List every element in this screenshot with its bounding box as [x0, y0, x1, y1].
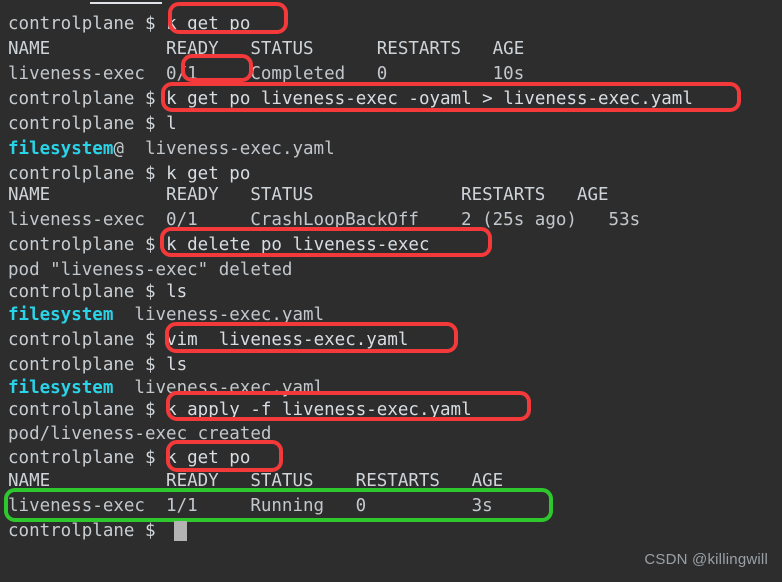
- table-row: liveness-exec 0/1 CrashLoopBackOff 2 (25…: [8, 210, 641, 230]
- prompt-symbol: $: [144, 89, 156, 109]
- terminal-line: controlplane $ k delete po liveness-exec: [8, 233, 429, 258]
- terminal-line: liveness-exec 1/1 Running 0 3s: [8, 494, 493, 519]
- terminal-line: liveness-exec 0/1 CrashLoopBackOff 2 (25…: [8, 208, 640, 233]
- directory-name: filesystem: [8, 139, 114, 159]
- prompt-host: controlplane: [8, 89, 135, 109]
- command-text: l: [166, 114, 177, 134]
- terminal-line: controlplane $ ls: [8, 280, 187, 305]
- terminal-line: controlplane $: [8, 519, 166, 544]
- prompt-symbol: $: [144, 235, 156, 255]
- table-row: pod/liveness-exec created: [8, 424, 272, 444]
- command-text: k get po: [166, 448, 251, 468]
- prompt-symbol: $: [144, 448, 156, 468]
- table-header-row: NAME READY STATUS RESTARTS AGE: [8, 471, 504, 491]
- table-row: liveness-exec 0/1 Completed 0 10s: [8, 64, 525, 84]
- directory-name: filesystem: [8, 305, 114, 325]
- prompt-symbol: $: [144, 400, 156, 420]
- terminal-line: filesystem liveness-exec.yaml: [8, 303, 324, 328]
- terminal-line: NAME READY STATUS RESTARTS AGE: [8, 183, 609, 208]
- terminal-line: filesystem@ liveness-exec.yaml: [8, 137, 335, 162]
- terminal-line: liveness-exec 0/1 Completed 0 10s: [8, 62, 524, 87]
- symlink-marker: @: [113, 139, 124, 159]
- command-text: k get po liveness-exec -oyaml > liveness…: [166, 89, 693, 109]
- prompt-host: controlplane: [8, 235, 135, 255]
- terminal-line: controlplane $ ls: [8, 353, 187, 378]
- terminal-line: pod/liveness-exec created: [8, 422, 271, 447]
- prompt-symbol: $: [144, 330, 156, 350]
- text-cursor: [174, 521, 187, 541]
- prompt-symbol: $: [144, 521, 156, 541]
- terminal-line: controlplane $ vim liveness-exec.yaml: [8, 328, 408, 353]
- table-header-row: NAME READY STATUS RESTARTS AGE: [8, 39, 525, 59]
- command-text: k get po: [166, 14, 251, 34]
- command-text: k apply -f liveness-exec.yaml: [166, 400, 472, 420]
- terminal-line: controlplane $ k get po: [8, 12, 250, 37]
- terminal-window[interactable]: controlplane $ k get po NAME READY STATUS…: [0, 0, 782, 582]
- prompt-host: controlplane: [8, 114, 135, 134]
- command-text: ls: [166, 282, 188, 302]
- prompt-host: controlplane: [8, 164, 135, 184]
- command-text: k delete po liveness-exec: [166, 235, 430, 255]
- table-header-row: NAME READY STATUS RESTARTS AGE: [8, 185, 609, 205]
- command-text: vim liveness-exec.yaml: [166, 330, 409, 350]
- terminal-line: controlplane $ k get po liveness-exec -o…: [8, 87, 693, 112]
- prompt-symbol: $: [144, 114, 156, 134]
- terminal-line: NAME READY STATUS RESTARTS AGE: [8, 37, 524, 62]
- prompt-host: controlplane: [8, 521, 135, 541]
- command-text: ls: [166, 355, 188, 375]
- prompt-host: controlplane: [8, 330, 135, 350]
- watermark: CSDN @killingwill: [644, 551, 768, 568]
- table-row: pod "liveness-exec" deleted: [8, 260, 293, 280]
- terminal-line: controlplane $ l: [8, 112, 177, 137]
- directory-name: filesystem: [8, 378, 114, 398]
- terminal-line: controlplane $ k get po: [8, 446, 250, 471]
- terminal-line: controlplane $ k apply -f liveness-exec.…: [8, 398, 472, 423]
- terminal-line: NAME READY STATUS RESTARTS AGE: [8, 469, 503, 494]
- scrolled-line-fragment: [90, 2, 162, 4]
- prompt-host: controlplane: [8, 400, 135, 420]
- table-row: liveness-exec 1/1 Running 0 3s: [8, 496, 493, 516]
- prompt-host: controlplane: [8, 448, 135, 468]
- prompt-host: controlplane: [8, 355, 135, 375]
- prompt-host: controlplane: [8, 282, 135, 302]
- prompt-symbol: $: [144, 355, 156, 375]
- prompt-symbol: $: [144, 164, 156, 184]
- file-name: liveness-exec.yaml: [113, 378, 325, 398]
- prompt-host: controlplane: [8, 14, 135, 34]
- file-name: liveness-exec.yaml: [113, 305, 325, 325]
- prompt-symbol: $: [144, 282, 156, 302]
- prompt-symbol: $: [144, 14, 156, 34]
- file-name: liveness-exec.yaml: [123, 139, 335, 159]
- command-text: k get po: [166, 164, 251, 184]
